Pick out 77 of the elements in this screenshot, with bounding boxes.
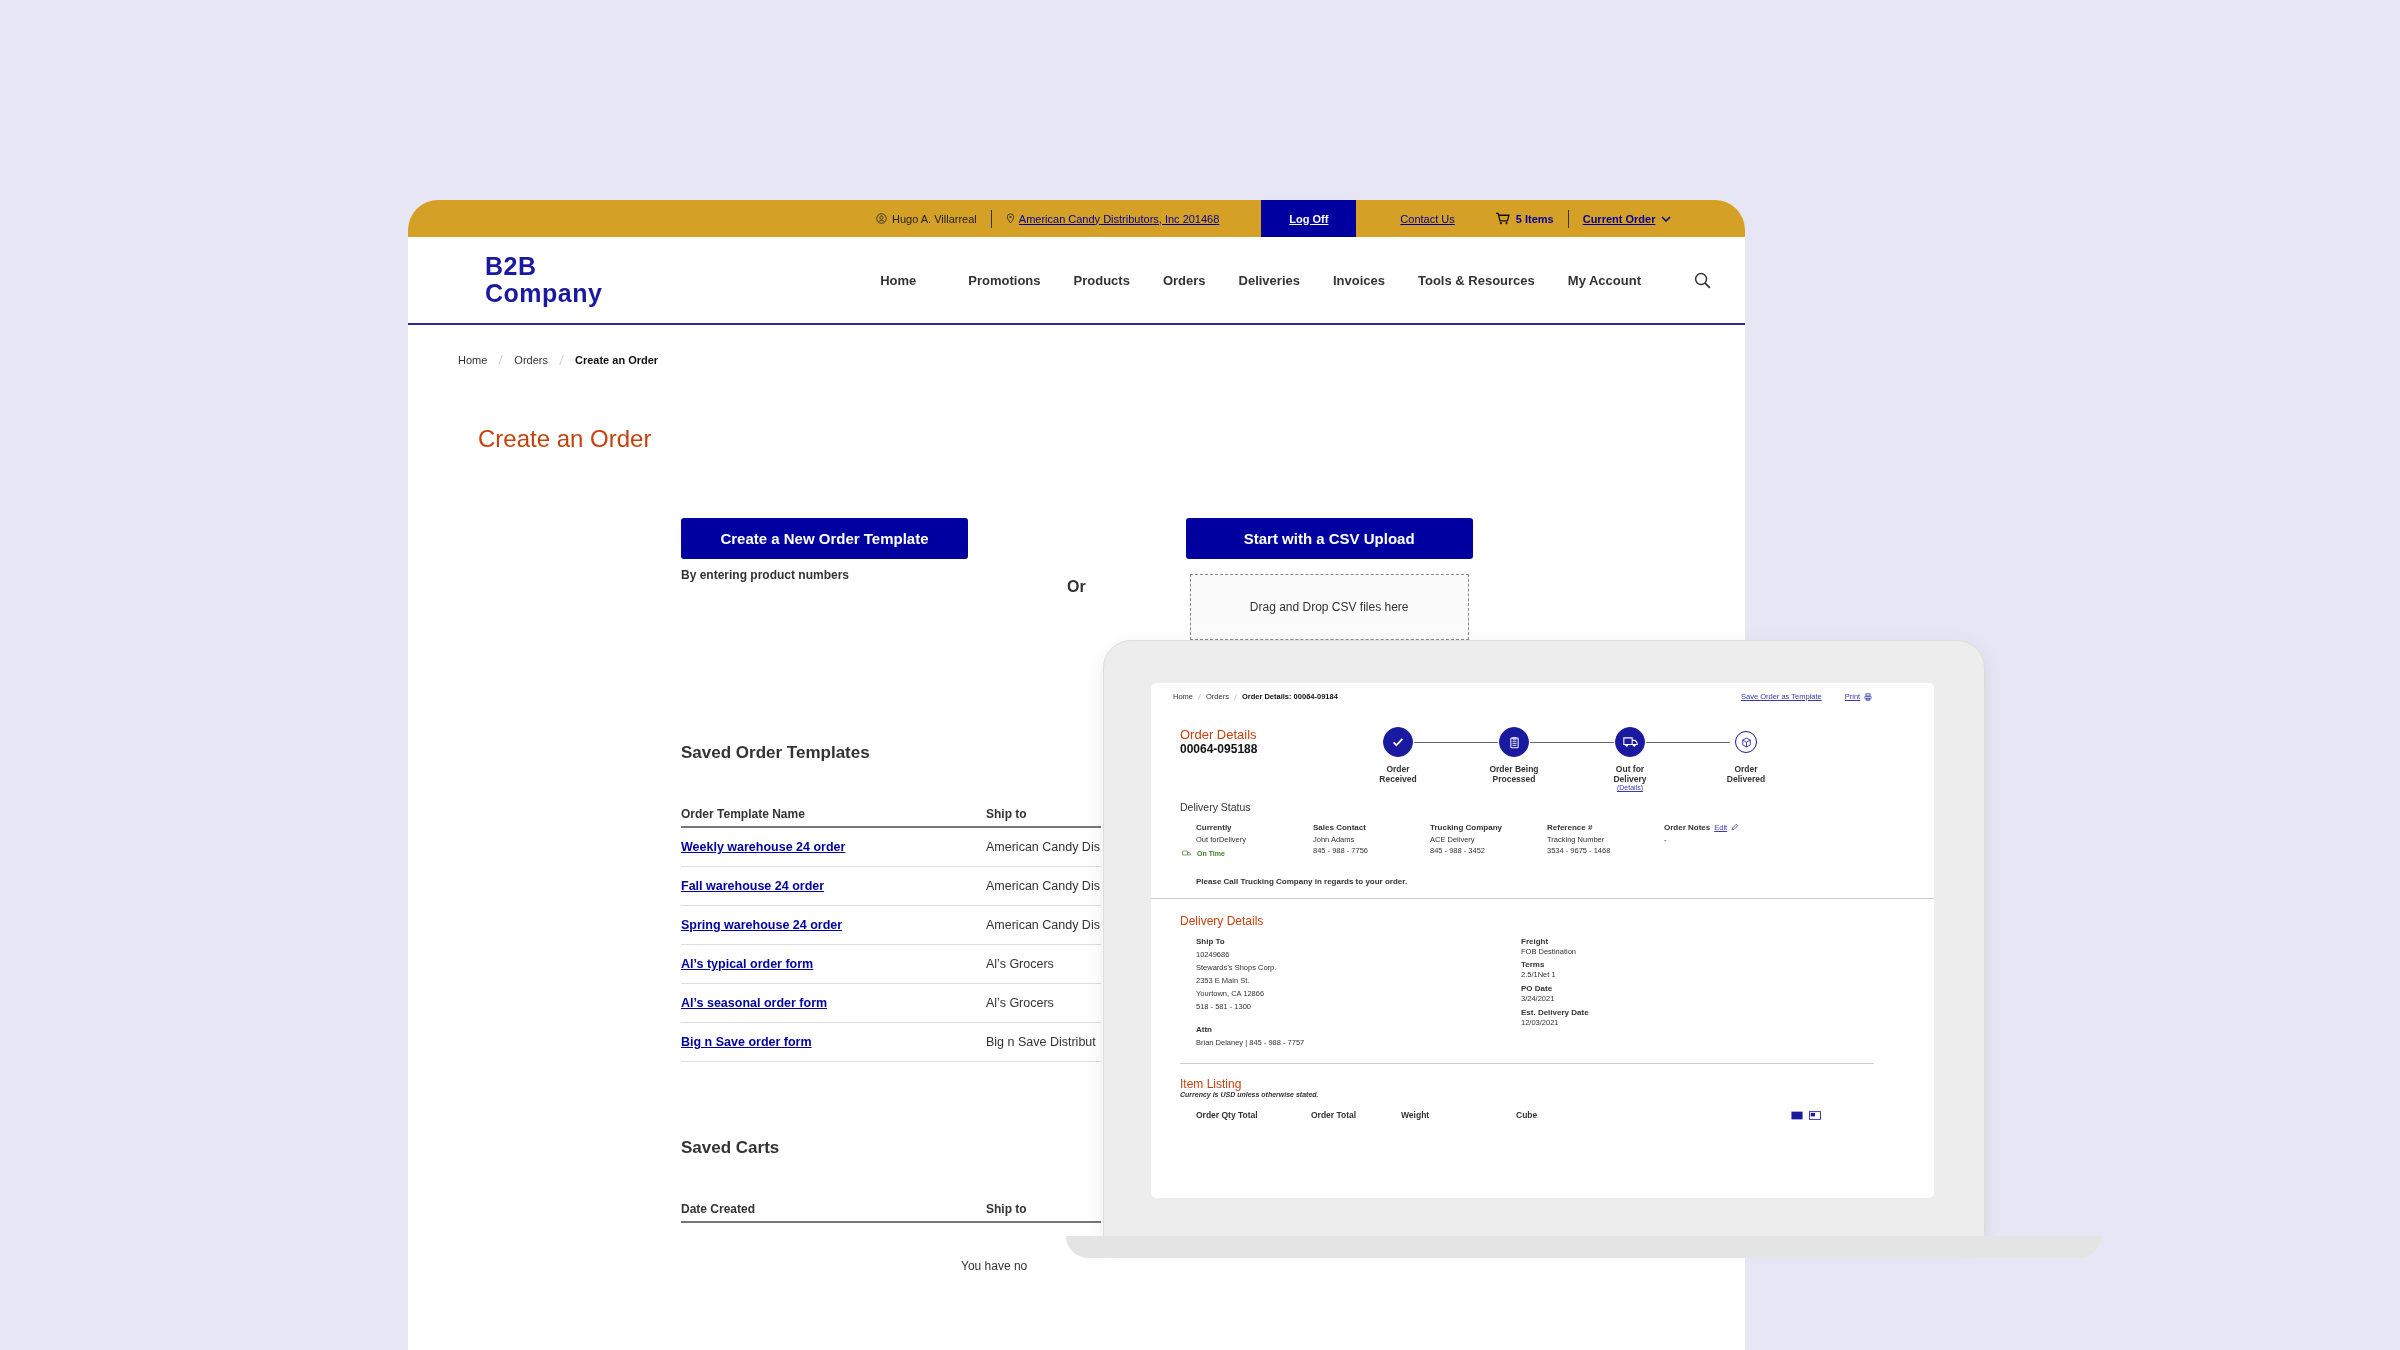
- table-cell: American Candy Dis: [986, 840, 1100, 854]
- log-off-button[interactable]: Log Off: [1261, 200, 1357, 237]
- breadcrumb-link[interactable]: Orders: [514, 354, 548, 366]
- column-header: Ship to: [986, 1202, 1027, 1216]
- column-header: Order Total: [1311, 1110, 1358, 1121]
- column-header: Weight: [1401, 1110, 1431, 1121]
- location-pin-icon: [1005, 213, 1015, 224]
- template-link[interactable]: Fall warehouse 24 order: [681, 879, 986, 893]
- field-label: PO Date: [1521, 984, 1554, 993]
- breadcrumb-link[interactable]: Create an Order: [574, 354, 659, 366]
- column-header: Order Template Name: [681, 807, 806, 821]
- field-label: Currently: [1196, 823, 1232, 833]
- cart-count[interactable]: 5 Items: [1515, 212, 1554, 225]
- nav-link[interactable]: Products: [1073, 272, 1130, 288]
- template-link[interactable]: Al’s typical order form: [681, 957, 986, 971]
- field-label: Ship To: [1196, 936, 1226, 946]
- template-link[interactable]: Big n Save order form: [681, 1035, 986, 1049]
- user-name: Hugo A. Villarreal: [892, 212, 977, 225]
- step-label: Order Delivered: [1726, 764, 1766, 785]
- table-cell: Al’s Grocers: [986, 957, 1054, 971]
- template-link[interactable]: Weekly warehouse 24 order: [681, 840, 986, 854]
- nav-link[interactable]: My Account: [1567, 272, 1641, 288]
- field-label: Freight: [1521, 936, 1550, 946]
- field-label: Trucking Company: [1430, 823, 1502, 833]
- trucking-message: Please Call Trucking Company in regards to your order.: [1196, 876, 1409, 886]
- nav-link[interactable]: Deliveries: [1238, 272, 1300, 288]
- nav-link[interactable]: Promotions: [968, 272, 1041, 288]
- nav-link[interactable]: Invoices: [1332, 272, 1385, 288]
- company-logo[interactable]: B2B Company: [485, 253, 603, 307]
- template-link[interactable]: Spring warehouse 24 order: [681, 918, 986, 932]
- contact-us-link[interactable]: Contact Us: [1400, 212, 1455, 225]
- step-label: Out for Delivery: [1613, 764, 1647, 785]
- section-heading: Saved Carts: [681, 1138, 781, 1158]
- field-label: Attn: [1196, 1025, 1213, 1035]
- or-text: Or: [1067, 578, 1086, 597]
- step-label: Order Received: [1379, 764, 1417, 785]
- pencil-icon[interactable]: [1731, 824, 1739, 832]
- column-header: Date Created: [681, 1202, 757, 1216]
- user-icon: [876, 213, 887, 224]
- search-icon[interactable]: [1694, 271, 1711, 289]
- nav-link[interactable]: Home: [880, 272, 917, 288]
- nav-link[interactable]: Orders: [1162, 272, 1206, 288]
- document-icon[interactable]: [1809, 1110, 1821, 1120]
- table-cell: American Candy Dis: [986, 918, 1100, 932]
- page-title: Create an Order: [478, 425, 653, 453]
- csv-upload-button[interactable]: Start with a CSV Upload: [1185, 518, 1473, 559]
- current-order-link[interactable]: Current Order: [1582, 212, 1656, 225]
- delivery-status-heading: Delivery Status: [1180, 801, 1252, 814]
- delivery-details-heading: Delivery Details: [1180, 913, 1265, 928]
- field-label: Order Notes: [1664, 823, 1711, 833]
- column-header: Cube: [1516, 1110, 1539, 1121]
- step-label: Order Being Processed: [1489, 764, 1539, 785]
- template-note: By entering product numbers: [681, 568, 851, 582]
- field-label: Terms: [1521, 960, 1546, 970]
- chevron-down-icon: [1661, 215, 1672, 222]
- table-cell: Big n Save Distribut: [986, 1035, 1096, 1049]
- create-template-button[interactable]: Create a New Order Template: [681, 518, 968, 559]
- cart-icon[interactable]: [1494, 212, 1510, 225]
- empty-message: You have no: [961, 1259, 1029, 1273]
- template-link[interactable]: Al’s seasonal order form: [681, 996, 986, 1010]
- table-cell: American Candy Dis: [986, 879, 1100, 893]
- drop-zone[interactable]: Drag and Drop CSV files here: [1189, 574, 1469, 640]
- order-details-title: Order Details: [1180, 727, 1258, 742]
- printer-icon[interactable]: [1864, 692, 1873, 701]
- item-listing-heading: Item Listing: [1180, 1077, 1243, 1092]
- column-header: Order Qty Total: [1196, 1110, 1259, 1121]
- breadcrumb-link[interactable]: Home: [458, 354, 488, 366]
- section-heading: Saved Order Templates: [681, 743, 871, 763]
- column-header: Ship to: [986, 807, 1027, 821]
- field-label: Est. Delivery Date: [1521, 1007, 1590, 1017]
- field-label: Reference #: [1547, 823, 1593, 833]
- account-link[interactable]: American Candy Distributors, Inc 201468: [1018, 212, 1220, 225]
- nav-link[interactable]: Tools & Resources: [1418, 272, 1535, 288]
- truck-icon: [1182, 849, 1191, 857]
- table-cell: Al’s Grocers: [986, 996, 1054, 1010]
- order-number: 00064-095188: [1180, 742, 1259, 756]
- field-label: Sales Contact: [1313, 823, 1366, 833]
